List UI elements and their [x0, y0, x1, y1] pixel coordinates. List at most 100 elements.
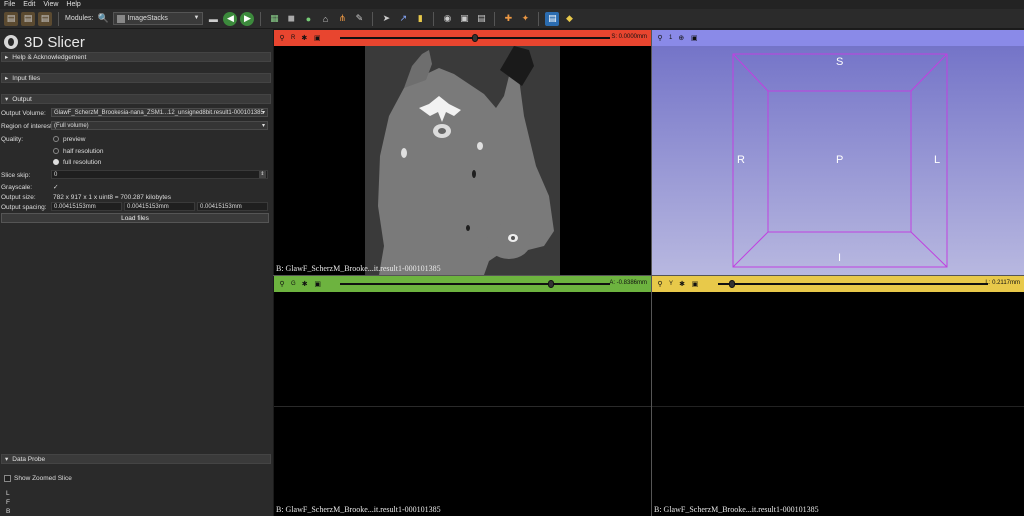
yellow-slice-offset: L: 0.2117mm: [985, 280, 1020, 286]
maximize-view-icon[interactable]: ▣: [313, 34, 321, 42]
chevron-down-icon: ▾: [261, 110, 265, 116]
roi-label: Region of interest:: [1, 122, 54, 130]
slice-intersection-icon[interactable]: ✦: [518, 12, 532, 26]
expand-arrow-icon: ▸: [5, 54, 9, 61]
app-title: 3D Slicer: [24, 33, 85, 51]
maximize-view-icon[interactable]: ▣: [314, 280, 322, 288]
data-module-icon[interactable]: ▦: [267, 12, 281, 26]
slice-skip-spinbox[interactable]: 0 ⇕: [51, 170, 268, 179]
orient-left: L: [934, 154, 941, 166]
quality-full-radio[interactable]: full resolution: [53, 157, 101, 167]
link-icon[interactable]: ✱: [301, 280, 309, 288]
view-separator: [651, 30, 652, 516]
output-volume-select[interactable]: GlawF_ScherzM_Brookesia-nana_ZSM1...12_u…: [51, 108, 268, 117]
show-zoomed-checkbox[interactable]: Show Zoomed Slice: [4, 473, 72, 483]
editor-icon[interactable]: ✎: [352, 12, 366, 26]
output-volume-value: GlawF_ScherzM_Brookesia-nana_ZSM1...12_u…: [54, 109, 264, 116]
quality-half-radio[interactable]: half resolution: [53, 146, 103, 156]
spacing-x-field[interactable]: 0.00415153mm: [51, 202, 122, 211]
load-dicom-icon[interactable]: ▤: [21, 11, 35, 26]
ct-slice-image: [365, 46, 560, 275]
output-volume-label: Output Volume:: [1, 109, 46, 117]
toolbar-separator: [538, 11, 540, 26]
back-arrow-icon[interactable]: ◀: [223, 11, 238, 26]
screenshot-icon[interactable]: ◉: [440, 12, 454, 26]
red-view-controller: ⚲ R ✱ ▣ S: 0.0000mm: [274, 30, 651, 46]
load-data-icon[interactable]: ▤: [4, 11, 18, 26]
spin-arrows-icon[interactable]: ⇕: [259, 171, 266, 178]
center-view-icon[interactable]: ⊕: [677, 34, 685, 42]
pin-icon[interactable]: ⚲: [656, 280, 664, 288]
green-slice-view[interactable]: B: GlawF_ScherzM_Brooke...it.result1-000…: [274, 292, 651, 516]
yellow-view-controller: ⚲ Y ✱ ▣ L: 0.2117mm: [652, 276, 1024, 292]
help-section-header[interactable]: ▸ Help & Acknowledgement: [1, 52, 271, 62]
quality-full-label: full resolution: [63, 158, 102, 166]
yellow-slice-view[interactable]: B: GlawF_ScherzM_Brooke...it.result1-000…: [652, 292, 1024, 516]
menu-file[interactable]: File: [4, 1, 15, 8]
module-search-icon[interactable]: 🔍: [96, 12, 110, 26]
spacing-y-field[interactable]: 0.00415153mm: [124, 202, 195, 211]
spacing-z-field[interactable]: 0.00415153mm: [197, 202, 268, 211]
place-fiducial-icon[interactable]: ↗: [396, 12, 410, 26]
radio-button-selected: [53, 159, 59, 165]
roi-select[interactable]: (Full volume) ▾: [51, 121, 268, 130]
volumes-icon[interactable]: ◼: [284, 12, 298, 26]
collapse-arrow-icon: ▾: [5, 96, 9, 103]
module-icon: [117, 14, 126, 23]
show-zoomed-label: Show Zoomed Slice: [14, 474, 72, 482]
yellow-slice-slider[interactable]: [718, 283, 988, 285]
pin-icon[interactable]: ⚲: [656, 34, 664, 42]
radio-button: [53, 148, 59, 154]
red-view-letter: R: [291, 35, 296, 41]
red-slider-handle[interactable]: [472, 34, 478, 42]
output-size-value: 782 x 917 x 1 x uint8 = 700.287 kilobyte…: [53, 193, 171, 201]
grayscale-label: Grayscale:: [1, 183, 33, 191]
link-icon[interactable]: ✱: [678, 280, 686, 288]
maximize-view-icon[interactable]: ▣: [690, 34, 698, 42]
save-icon[interactable]: ▤: [38, 11, 52, 26]
green-slider-handle[interactable]: [547, 280, 554, 288]
slice-line: [274, 406, 651, 407]
menu-view[interactable]: View: [43, 1, 58, 8]
red-slice-offset: S: 0.0000mm: [611, 34, 647, 40]
red-slice-view[interactable]: B: GlawF_ScherzM_Brooke...it.result1-000…: [274, 46, 651, 275]
markups-icon[interactable]: ⋔: [335, 12, 349, 26]
view-options-icon[interactable]: ▤: [474, 12, 488, 26]
data-probe-header[interactable]: ▾ Data Probe: [1, 454, 271, 464]
slice-line: [652, 406, 1024, 407]
forward-arrow-icon[interactable]: ▶: [240, 11, 255, 26]
pin-icon[interactable]: ⚲: [278, 34, 286, 42]
pin-icon[interactable]: ⚲: [278, 280, 286, 288]
python-console-icon[interactable]: ◆: [562, 12, 576, 26]
slice-skip-label: Slice skip:: [1, 171, 31, 179]
checkbox-box: [4, 474, 11, 482]
quality-preview-radio[interactable]: preview: [53, 134, 85, 144]
ruler-icon[interactable]: ▮: [413, 12, 427, 26]
models-icon[interactable]: ●: [301, 12, 315, 26]
3d-view[interactable]: S I R L P: [652, 46, 1024, 275]
green-slice-slider[interactable]: [340, 283, 610, 285]
orient-right: R: [737, 154, 745, 166]
layout-icon[interactable]: ▣: [457, 12, 471, 26]
orient-superior: S: [836, 56, 844, 68]
maximize-view-icon[interactable]: ▣: [691, 280, 699, 288]
radio-button: [53, 136, 59, 142]
grayscale-checkbox[interactable]: ✓: [53, 182, 58, 192]
input-section-header[interactable]: ▸ Input files: [1, 73, 271, 83]
toolbar-separator: [494, 11, 496, 26]
output-section-header[interactable]: ▾ Output: [1, 94, 271, 104]
transforms-icon[interactable]: ⌂: [318, 12, 332, 26]
menu-edit[interactable]: Edit: [23, 1, 35, 8]
extension-manager-icon[interactable]: ▤: [545, 11, 560, 26]
input-section-title: Input files: [12, 74, 41, 82]
load-files-button[interactable]: Load files: [1, 213, 269, 223]
crosshair-icon[interactable]: ✚: [501, 12, 515, 26]
roi-value: (Full volume): [54, 122, 89, 129]
yellow-slider-handle[interactable]: [728, 280, 735, 288]
module-selector[interactable]: ImageStacks ▼: [113, 12, 204, 25]
module-list-icon[interactable]: ▬: [206, 12, 220, 26]
mouse-mode-icon[interactable]: ➤: [379, 12, 393, 26]
menu-help[interactable]: Help: [66, 1, 80, 8]
link-icon[interactable]: ✱: [300, 34, 308, 42]
red-view-label: B: GlawF_ScherzM_Brooke...it.result1-000…: [276, 264, 441, 273]
